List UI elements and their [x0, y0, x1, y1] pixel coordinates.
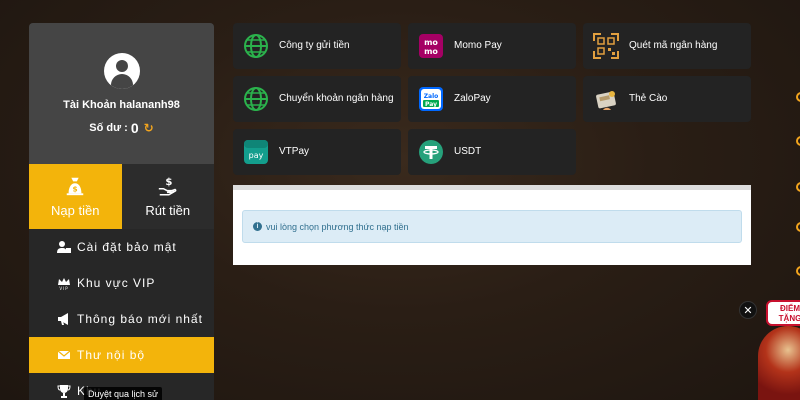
globe-icon — [244, 34, 268, 58]
payment-bank-transfer[interactable]: Chuyển khoản ngân hàng — [233, 76, 401, 122]
payment-label: Chuyển khoản ngân hàng — [279, 93, 394, 104]
avatar — [103, 53, 140, 89]
coin-icon — [796, 222, 800, 232]
menu-item-label: Thông báo mới nhất — [77, 312, 203, 326]
svg-text:pay: pay — [249, 151, 264, 160]
coin-icon — [796, 266, 800, 276]
menu-item-label: Thư nội bộ — [77, 348, 146, 362]
megaphone-icon — [57, 312, 71, 326]
scratch-card-icon — [596, 91, 616, 110]
select-method-alert: i vui lòng chọn phương thức nạp tiền — [242, 210, 742, 243]
payment-label: VTPay — [279, 146, 310, 157]
history-tooltip: Duyệt qua lịch sử — [84, 387, 163, 400]
promo-banner[interactable]: ĐIỂM TẶNG — [756, 296, 800, 400]
tab-withdraw[interactable]: $ Rút tiền — [121, 164, 214, 229]
promo-badge-line1: ĐIỂM — [780, 304, 800, 313]
tab-withdraw-label: Rút tiền — [145, 203, 191, 218]
deposit-bag-icon: $ — [67, 177, 84, 196]
svg-text:$: $ — [73, 185, 78, 194]
menu-item-label: Khu vực VIP — [77, 276, 156, 290]
svg-text:Pay: Pay — [425, 101, 437, 108]
tab-deposit-label: Nạp tiền — [51, 203, 100, 218]
deposit-form-panel: i vui lòng chọn phương thức nạp tiền — [233, 185, 751, 265]
payment-momo[interactable]: mo mo Momo Pay — [408, 23, 576, 69]
tooltip-text: Duyệt qua lịch sử — [88, 388, 159, 399]
vtpay-icon: pay — [244, 140, 268, 164]
payment-company-deposit[interactable]: Công ty gửi tiền — [233, 23, 401, 69]
promo-badge-line2: TẶNG — [778, 314, 800, 323]
payment-zalopay[interactable]: Zalo Pay ZaloPay — [408, 76, 576, 122]
promo-close-button[interactable]: ✕ — [739, 301, 757, 319]
payment-vtpay[interactable]: pay VTPay — [233, 129, 401, 175]
payment-scratch-card[interactable]: Thẻ Cào — [583, 76, 751, 122]
coin-icon — [796, 136, 800, 146]
payment-label: ZaloPay — [454, 93, 491, 104]
payment-bank-qr[interactable]: Quét mã ngân hàng — [583, 23, 751, 69]
account-sidebar: Tài Khoản halananh98 Số dư : 0 ↻ $ Nạp t… — [29, 23, 214, 400]
payment-label: Quét mã ngân hàng — [629, 40, 718, 51]
user-lock-icon — [57, 240, 71, 254]
coin-icon — [796, 92, 800, 102]
payment-usdt[interactable]: USDT — [408, 129, 576, 175]
vip-crown-icon: VIP — [57, 276, 71, 290]
svg-text:VIP: VIP — [59, 286, 68, 290]
promo-image — [758, 326, 800, 400]
menu-item-label: Cài đặt bảo mật — [77, 240, 177, 254]
balance-value: 0 — [130, 120, 139, 136]
payment-label: Thẻ Cào — [629, 93, 668, 104]
trophy-icon — [57, 384, 71, 398]
svg-text:$: $ — [165, 177, 172, 188]
deposit-withdraw-tabs: $ Nạp tiền $ Rút tiền — [29, 164, 214, 229]
payment-label: Momo Pay — [454, 40, 502, 51]
close-icon: ✕ — [743, 304, 753, 317]
account-menu: Cài đặt bảo mật VIP Khu vực VIP Thông bá… — [29, 229, 214, 400]
menu-item-security[interactable]: Cài đặt bảo mật — [29, 229, 214, 265]
payment-method-grid: Công ty gửi tiền mo mo Momo Pay Quét mã … — [233, 23, 751, 175]
svg-text:mo: mo — [424, 47, 438, 56]
tether-icon — [419, 140, 443, 164]
promo-badge: ĐIỂM TẶNG — [766, 300, 800, 326]
coin-icon — [796, 182, 800, 192]
svg-text:Zalo: Zalo — [424, 93, 439, 100]
envelope-icon — [57, 348, 71, 362]
menu-item-vip[interactable]: VIP Khu vực VIP — [29, 265, 214, 301]
menu-item-news[interactable]: Thông báo mới nhất — [29, 301, 214, 337]
payment-label: USDT — [454, 146, 482, 157]
zalopay-icon: Zalo Pay — [419, 87, 443, 111]
alert-text: vui lòng chọn phương thức nạp tiền — [266, 221, 409, 232]
payment-label: Công ty gửi tiền — [279, 40, 350, 51]
account-name: Tài Khoản halananh98 — [63, 99, 180, 111]
balance-row: Số dư : 0 ↻ — [29, 120, 214, 136]
globe-icon — [244, 87, 268, 111]
qr-scan-icon — [593, 33, 619, 59]
info-icon: i — [253, 222, 262, 231]
withdraw-hand-icon: $ — [158, 177, 177, 196]
balance-label: Số dư : — [89, 122, 128, 134]
profile-panel: Tài Khoản halananh98 Số dư : 0 ↻ — [29, 23, 214, 164]
refresh-icon[interactable]: ↻ — [144, 121, 154, 135]
momo-icon: mo mo — [419, 34, 443, 58]
svg-text:mo: mo — [424, 38, 438, 47]
tab-deposit[interactable]: $ Nạp tiền — [29, 164, 122, 229]
menu-item-inbox[interactable]: Thư nội bộ — [29, 337, 214, 373]
